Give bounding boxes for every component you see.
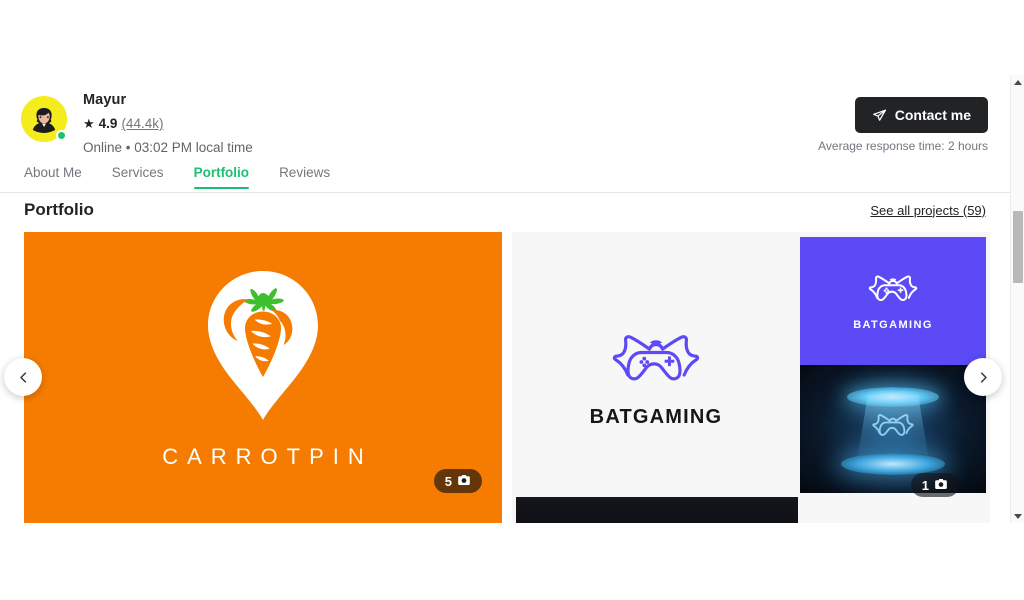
portfolio-card-carrotpin[interactable]: CARROTPIN 5: [24, 232, 502, 523]
portfolio-section-header: Portfolio See all projects (59): [0, 195, 1010, 225]
rating-value: 4.9: [98, 116, 118, 131]
tab-about-me[interactable]: About Me: [24, 165, 97, 189]
see-all-projects-link[interactable]: See all projects (59): [870, 203, 986, 218]
scroll-down-button[interactable]: [1011, 509, 1024, 523]
camera-icon: [457, 473, 471, 489]
page-root: Mayur ★ 4.9 (44.4k) Online • 03:02 PM lo…: [0, 0, 1024, 600]
contact-me-label: Contact me: [894, 107, 971, 123]
scrollbar-thumb[interactable]: [1013, 211, 1023, 283]
online-status-text: Online • 03:02 PM local time: [83, 140, 253, 155]
scroll-down-arrow-icon: [1014, 513, 1022, 519]
image-count-value: 1: [921, 477, 929, 493]
image-count-badge: 5: [433, 469, 482, 493]
star-icon: ★: [83, 116, 95, 131]
image-count-badge: 1: [910, 473, 959, 497]
hologram-base-ring: [841, 453, 945, 475]
avatar[interactable]: [21, 96, 67, 142]
chevron-left-icon: [16, 370, 31, 385]
portfolio-card-track: CARROTPIN 5 BATGAMING BATGAMING 1: [24, 232, 990, 523]
portfolio-carousel: CARROTPIN 5 BATGAMING BATGAMING 1: [0, 232, 1010, 523]
seller-name: Mayur: [83, 92, 127, 108]
carousel-prev-button[interactable]: [4, 358, 42, 396]
carousel-next-button[interactable]: [964, 358, 1002, 396]
online-status-dot: [56, 130, 67, 141]
batgaming-primary-artwork: BATGAMING: [512, 232, 800, 523]
tab-portfolio[interactable]: Portfolio: [179, 165, 265, 189]
camera-icon: [934, 477, 948, 493]
page-title: Portfolio: [24, 200, 94, 219]
rating-row: ★ 4.9 (44.4k): [83, 115, 253, 132]
batgaming-logo-icon: [597, 327, 715, 398]
contact-me-button[interactable]: Contact me: [854, 97, 988, 133]
image-count-value: 5: [444, 473, 452, 489]
chevron-right-icon: [976, 370, 991, 385]
scrollbar-track[interactable]: [1011, 89, 1024, 509]
batgaming-wordmark: BATGAMING: [589, 405, 723, 428]
carrotpin-wordmark: CARROTPIN: [162, 444, 373, 469]
batgaming-third-image-strip: [516, 497, 798, 523]
carrot-pin-logo-icon: [197, 267, 329, 430]
vertical-scrollbar[interactable]: [1010, 75, 1024, 523]
portfolio-card-batgaming[interactable]: BATGAMING BATGAMING 1: [512, 232, 990, 523]
carrotpin-artwork: CARROTPIN: [24, 232, 502, 523]
content-viewport: Mayur ★ 4.9 (44.4k) Online • 03:02 PM lo…: [0, 75, 1010, 523]
scroll-up-button[interactable]: [1011, 75, 1024, 89]
profile-tabs: About Me Services Portfolio Reviews: [0, 165, 1010, 193]
send-icon: [872, 108, 887, 123]
seller-identity: Mayur ★ 4.9 (44.4k) Online • 03:02 PM lo…: [83, 91, 253, 156]
scroll-up-arrow-icon: [1014, 79, 1022, 85]
rating-count-link[interactable]: (44.4k): [121, 115, 163, 132]
batgaming-logo-small-icon: [860, 271, 926, 313]
batgaming-wordmark-small: BATGAMING: [853, 319, 933, 331]
hologram-logo-icon: [865, 410, 921, 447]
tab-reviews[interactable]: Reviews: [264, 165, 345, 189]
average-response-time: Average response time: 2 hours: [818, 139, 988, 153]
batgaming-secondary-image: BATGAMING: [800, 237, 986, 365]
batgaming-hologram-image: [800, 365, 986, 493]
tab-services[interactable]: Services: [97, 165, 179, 189]
